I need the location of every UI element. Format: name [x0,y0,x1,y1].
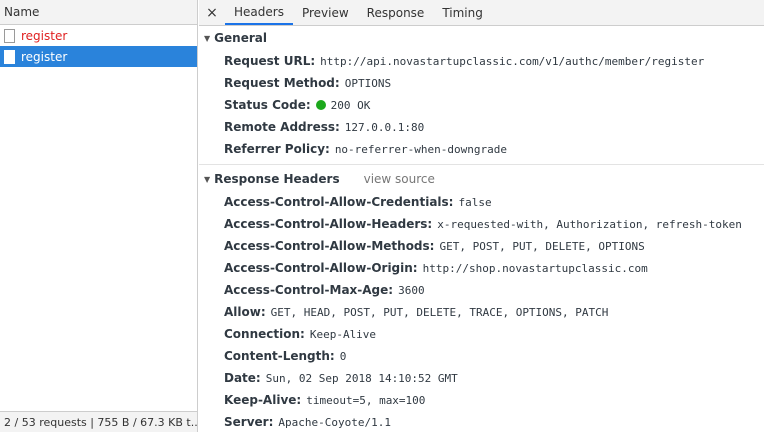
header-key: Referrer Policy: [224,142,330,156]
response-headers-title: Response Headers [214,172,340,186]
request-row-register-selected[interactable]: register [0,46,197,67]
header-row: Server: Apache-Coyote/1.1 [199,411,764,432]
header-key: Access-Control-Allow-Origin: [224,261,418,275]
details-tab-bar: × Headers Preview Response Timing [199,0,764,26]
request-row-register-error[interactable]: register [0,25,197,46]
header-value: 3600 [398,283,425,297]
view-source-link[interactable]: view source [364,172,435,186]
header-row-referrer-policy: Referrer Policy: no-referrer-when-downgr… [199,138,764,160]
request-label: register [21,28,68,43]
header-row: Access-Control-Allow-Methods: GET, POST,… [199,235,764,257]
header-row-remote-address: Remote Address: 127.0.0.1:80 [199,116,764,138]
header-key: Access-Control-Allow-Methods: [224,239,435,253]
header-key: Status Code: [224,98,311,112]
header-row: Keep-Alive: timeout=5, max=100 [199,389,764,411]
header-value: GET, POST, PUT, DELETE, OPTIONS [439,239,645,253]
general-title: General [214,31,267,45]
header-value: Sun, 02 Sep 2018 14:10:52 GMT [265,371,458,385]
header-row: Allow: GET, HEAD, POST, PUT, DELETE, TRA… [199,301,764,323]
close-icon[interactable]: × [199,0,225,25]
header-key: Remote Address: [224,120,340,134]
request-details-panel: × Headers Preview Response Timing ▼ Gene… [199,0,764,432]
header-key: Request Method: [224,76,340,90]
header-row: Access-Control-Max-Age: 3600 [199,279,764,301]
header-value: no-referrer-when-downgrade [334,142,507,156]
header-value: timeout=5, max=100 [306,393,426,407]
header-row-request-method: Request Method: OPTIONS [199,72,764,94]
status-ok-icon [315,100,326,110]
header-value: 0 [339,349,347,363]
general-section-toggle[interactable]: ▼ General [199,26,764,50]
header-row: Access-Control-Allow-Credentials: false [199,191,764,213]
header-row-request-url: Request URL: http://api.novastartupclass… [199,50,764,72]
header-key: Request URL: [224,54,316,68]
triangle-down-icon: ▼ [204,174,211,184]
header-row: Access-Control-Allow-Headers: x-requeste… [199,213,764,235]
tab-preview[interactable]: Preview [293,0,358,25]
tab-headers[interactable]: Headers [225,0,293,25]
tab-response[interactable]: Response [358,0,434,25]
network-status-bar: 2 / 53 requests | 755 B / 67.3 KB t... [0,411,197,432]
request-list-panel: Name register register 2 / 53 requests |… [0,0,198,432]
general-section: ▼ General Request URL: http://api.novast… [199,26,764,165]
file-icon [4,28,15,43]
header-value: 200 OK [330,98,371,112]
header-key: Date: [224,371,261,385]
header-key: Access-Control-Allow-Credentials: [224,195,454,209]
header-key: Server: [224,415,274,429]
header-key: Connection: [224,327,305,341]
file-icon [4,49,15,64]
header-row: Content-Length: 0 [199,345,764,367]
response-headers-toggle[interactable]: ▼ Response Headers view source [199,167,764,191]
triangle-down-icon: ▼ [204,33,211,43]
header-key: Access-Control-Max-Age: [224,283,394,297]
header-value: x-requested-with, Authorization, refresh… [437,217,742,231]
header-row-status-code: Status Code: 200 OK [199,94,764,116]
header-value: 127.0.0.1:80 [344,120,425,134]
header-row: Connection: Keep-Alive [199,323,764,345]
tab-timing[interactable]: Timing [433,0,492,25]
header-value: false [458,195,492,209]
header-value: OPTIONS [344,76,392,90]
header-value: http://api.novastartupclassic.com/v1/aut… [320,54,705,68]
header-value: http://shop.novastartupclassic.com [422,261,648,275]
response-headers-section: ▼ Response Headers view source Access-Co… [199,167,764,432]
request-label: register [21,49,68,64]
header-row: Access-Control-Allow-Origin: http://shop… [199,257,764,279]
header-value: Apache-Coyote/1.1 [278,415,391,429]
header-key: Allow: [224,305,266,319]
header-value: GET, HEAD, POST, PUT, DELETE, TRACE, OPT… [270,305,609,319]
header-row: Date: Sun, 02 Sep 2018 14:10:52 GMT [199,367,764,389]
header-key: Content-Length: [224,349,335,363]
header-key: Access-Control-Allow-Headers: [224,217,433,231]
header-value: Keep-Alive [309,327,377,341]
name-column-header[interactable]: Name [0,0,197,25]
header-key: Keep-Alive: [224,393,302,407]
